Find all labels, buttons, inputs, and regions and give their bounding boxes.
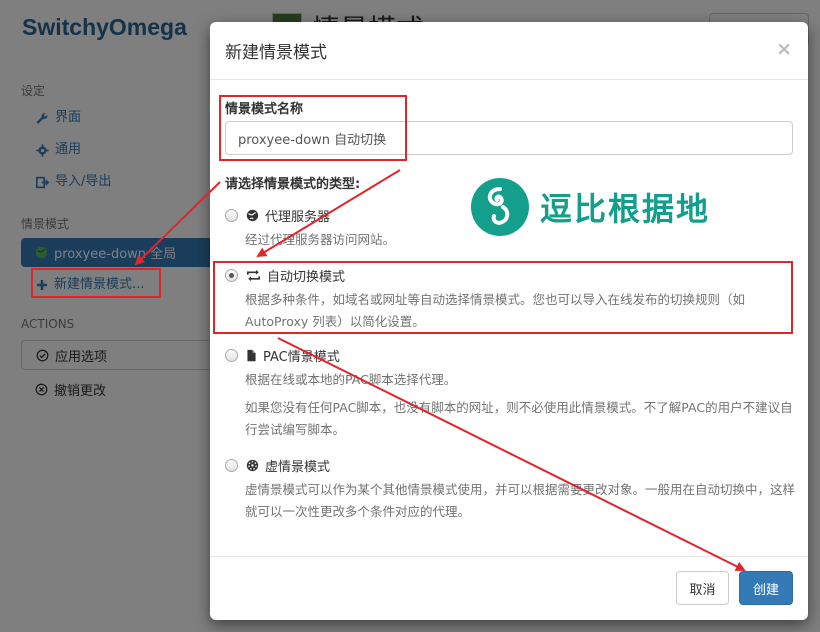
watermark-text: 逗比根据地	[540, 190, 711, 228]
switch-icon	[247, 269, 260, 281]
option-virtual[interactable]: 虚情景模式 虚情景模式可以作为某个其他情景模式使用，并可以根据需要更改对象。一般…	[225, 456, 795, 523]
profile-name-label: 情景模式名称	[225, 102, 304, 117]
option-pac[interactable]: PAC情景模式 根据在线或本地的PAC脚本选择代理。 如果您没有任何PAC脚本，…	[225, 346, 795, 441]
modal-header: 新建情景模式	[210, 22, 808, 80]
description-text: 根据多种条件，如域名或网址等自动选择情景模式。您也可以导入在线发布的切换规则（如…	[245, 292, 746, 329]
virtual-icon	[246, 459, 259, 471]
description-text: 根据在线或本地的PAC脚本选择代理。	[245, 372, 457, 387]
description-text: 虚情景模式可以作为某个其他情景模式使用，并可以根据需要更改对象。一般用在自动切换…	[245, 482, 796, 519]
radio-pac[interactable]	[225, 348, 238, 362]
option-head[interactable]: PAC情景模式	[225, 346, 795, 365]
file-icon	[247, 349, 256, 361]
option-description: 根据多种条件，如域名或网址等自动选择情景模式。您也可以导入在线发布的切换规则（如…	[245, 289, 795, 333]
option-head[interactable]: 自动切换模式	[225, 266, 795, 285]
radio-virtual[interactable]	[225, 458, 238, 472]
profile-type-label: 请选择情景模式的类型:	[225, 177, 361, 192]
option-label: 代理服务器	[265, 209, 331, 225]
option-description: 根据在线或本地的PAC脚本选择代理。 如果您没有任何PAC脚本，也没有脚本的网址…	[245, 369, 795, 441]
option-label: 自动切换模式	[267, 269, 346, 285]
close-button[interactable]: ×	[776, 38, 792, 60]
create-button[interactable]: 创建	[739, 571, 793, 605]
option-auto-switch[interactable]: 自动切换模式 根据多种条件，如域名或网址等自动选择情景模式。您也可以导入在线发布…	[225, 266, 795, 333]
description-text: 如果您没有任何PAC脚本，也没有脚本的网址，则不必使用此情景模式。不了解PAC的…	[245, 400, 793, 437]
option-description: 虚情景模式可以作为某个其他情景模式使用，并可以根据需要更改对象。一般用在自动切换…	[245, 479, 795, 523]
profile-name-input[interactable]	[225, 121, 793, 155]
radio-proxy-server[interactable]	[225, 208, 238, 222]
option-head[interactable]: 虚情景模式	[225, 456, 795, 475]
globe-icon	[246, 209, 259, 221]
modal-footer: 取消 创建	[210, 556, 808, 620]
spiral-logo-icon	[471, 178, 529, 236]
option-label: PAC情景模式	[263, 349, 340, 365]
cancel-button[interactable]: 取消	[676, 571, 729, 605]
option-label: 虚情景模式	[265, 459, 331, 475]
new-profile-dialog: 新建情景模式 × 情景模式名称 请选择情景模式的类型: 代理服务器 经过代理服务…	[210, 22, 808, 620]
radio-auto-switch[interactable]	[225, 268, 238, 282]
modal-title: 新建情景模式	[225, 43, 327, 63]
